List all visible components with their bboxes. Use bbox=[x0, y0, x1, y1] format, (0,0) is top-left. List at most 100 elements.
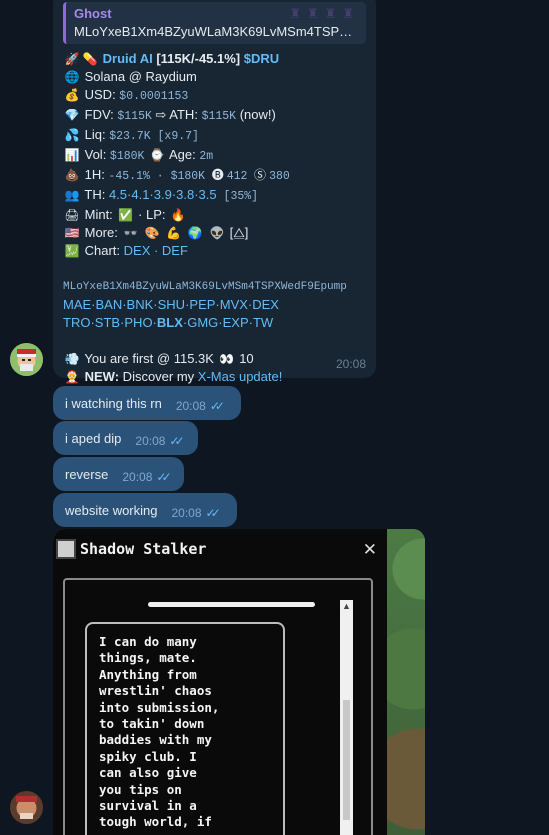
age-label: Age: bbox=[166, 147, 200, 162]
ath-label: ⇨ ATH: bbox=[151, 107, 202, 122]
game-dialog-window: Shadow Stalker ✕ ▲ I can do many things,… bbox=[53, 529, 387, 835]
money-bag-icon: 💰 bbox=[64, 88, 80, 102]
user-avatar[interactable] bbox=[10, 791, 43, 824]
h1-buys: 412 bbox=[226, 170, 248, 183]
chart-line: 💹 Chart: DEX · DEF bbox=[63, 242, 366, 260]
game-title-text: Shadow Stalker bbox=[80, 540, 207, 558]
user-avatar-icon bbox=[10, 791, 43, 824]
lp-label: · LP: bbox=[134, 207, 170, 222]
alien-icon[interactable]: 👽 bbox=[208, 224, 226, 242]
pill-icon: 💊 bbox=[82, 52, 98, 66]
token-stats: [115K/-45.1%] bbox=[152, 51, 244, 66]
usd-line: 💰 USD: $0.0001153 bbox=[63, 86, 366, 106]
earth-icon[interactable]: 🌍 bbox=[186, 224, 204, 242]
rocket-icon: 🚀 bbox=[64, 52, 80, 66]
chain-line: 🌐 Solana @ Raydium bbox=[63, 68, 366, 86]
ath-suffix: (now!) bbox=[236, 107, 276, 122]
close-icon[interactable]: ✕ bbox=[363, 540, 377, 560]
flexed-biceps-icon[interactable]: 💪 bbox=[165, 224, 183, 242]
santa-avatar-icon bbox=[10, 343, 43, 376]
reply-quote[interactable]: Ghost MLoYxeB1Xm4BZyuWLaM3K69LvMSm4TSPX.… bbox=[63, 2, 366, 44]
token-title: 🚀 💊 Druid AI [115K/-45.1%] $DRU bbox=[63, 50, 366, 68]
message-meta: 20:08 ✓✓ bbox=[135, 434, 184, 448]
droplets-icon: 💦 bbox=[64, 128, 80, 142]
message-meta: 20:08 ✓✓ bbox=[122, 470, 171, 484]
message-text: i aped dip bbox=[65, 430, 122, 446]
h1-line: 💩 1H: -45.1% · $180K 🅑 412 Ⓢ 380 bbox=[63, 166, 366, 186]
message-meta: 20:08 ✓✓ bbox=[176, 399, 225, 413]
more-line: 🇺🇸 More: 👓 🎨 💪 🌍 👽 [⧋] bbox=[63, 224, 366, 242]
fdv-line: 💎 FDV: $115K ⇨ ATH: $115K (now!) bbox=[63, 106, 366, 126]
poop-icon: 💩 bbox=[64, 168, 80, 182]
age-value: 2m bbox=[199, 150, 214, 163]
new-text: Discover my bbox=[119, 369, 198, 384]
token-name-link[interactable]: Druid AI bbox=[103, 51, 153, 66]
th-line: 👥 TH: 4.5·4.1·3.9·3.8·3.5 [35%] bbox=[63, 186, 366, 206]
palette-icon[interactable]: 🎨 bbox=[143, 224, 161, 242]
speech-box: I can do many things, mate. Anything fro… bbox=[85, 622, 285, 835]
outgoing-message[interactable]: i aped dip 20:08 ✓✓ bbox=[53, 421, 198, 455]
exchange-links-2[interactable]: TRO·STB·PHO·BLX·GMG·EXP·TW bbox=[63, 314, 366, 332]
diamond-icon: 💎 bbox=[64, 108, 80, 122]
santa-icon: 🤶 bbox=[64, 370, 80, 384]
ghost-pattern-icon: ♜♜♜♜ bbox=[289, 6, 360, 21]
scroll-up-icon[interactable]: ▲ bbox=[340, 600, 353, 613]
new-line: 🤶 NEW: Discover my X-Mas update! bbox=[63, 368, 366, 386]
s-circle-icon: Ⓢ bbox=[254, 168, 267, 182]
dialog-panel: ▲ I can do many things, mate. Anything f… bbox=[63, 578, 373, 835]
b-circle-icon: 🅑 bbox=[211, 168, 224, 182]
outgoing-message[interactable]: website working 20:08 ✓✓ bbox=[53, 493, 237, 527]
liq-line: 💦 Liq: $23.7K [x9.7] bbox=[63, 126, 366, 146]
message-time: 20:08 bbox=[171, 506, 202, 520]
mint-label: Mint: bbox=[84, 207, 117, 222]
first-line: 💨 You are first @ 115.3K 👀 10 bbox=[63, 350, 366, 368]
exchange-links-1[interactable]: MAE·BAN·BNK·SHU·PEP·MVX·DEX bbox=[63, 296, 366, 314]
game-title: Shadow Stalker bbox=[56, 539, 206, 559]
message-time: 20:08 bbox=[335, 357, 366, 371]
flag-icon: 🇺🇸 bbox=[64, 226, 80, 240]
vol-value: $180K bbox=[109, 150, 145, 163]
usd-label: USD: bbox=[84, 87, 120, 102]
double-check-icon: ✓✓ bbox=[209, 399, 225, 413]
scroll-thumb[interactable] bbox=[343, 700, 350, 820]
exchange-links-2a[interactable]: TRO·STB·PHO· bbox=[63, 315, 157, 330]
fire-icon: 🔥 bbox=[170, 208, 186, 222]
scrollbar[interactable]: ▲ bbox=[340, 600, 353, 835]
first-text: You are first @ 115.3K bbox=[84, 351, 214, 366]
message-text: i watching this rn bbox=[65, 395, 162, 411]
h1-sells: 380 bbox=[269, 170, 290, 183]
fdv-label: FDV: bbox=[84, 107, 118, 122]
exchange-link-bold[interactable]: BLX bbox=[157, 315, 183, 330]
usd-value: $0.0001153 bbox=[119, 90, 189, 103]
message-meta: 20:08 ✓✓ bbox=[171, 506, 221, 520]
liq-label: Liq: bbox=[84, 127, 110, 142]
outgoing-message[interactable]: i watching this rn 20:08 ✓✓ bbox=[53, 386, 241, 420]
double-check-icon: ✓✓ bbox=[156, 470, 171, 484]
clock-icon: ⌚ bbox=[149, 148, 165, 162]
scroll-handle[interactable] bbox=[148, 602, 315, 607]
new-label: NEW: bbox=[84, 369, 120, 384]
outgoing-message[interactable]: reverse 20:08 ✓✓ bbox=[53, 457, 184, 491]
message-text: website working bbox=[65, 502, 158, 518]
chart-links[interactable]: DEX · DEF bbox=[124, 243, 188, 258]
double-check-icon: ✓✓ bbox=[205, 506, 221, 520]
vol-label: Vol: bbox=[84, 147, 110, 162]
th-value-link[interactable]: 4.5·4.1·3.9·3.8·3.5 bbox=[109, 187, 217, 202]
bot-avatar[interactable] bbox=[10, 343, 43, 376]
game-screenshot[interactable]: Shadow Stalker ✕ ▲ I can do many things,… bbox=[53, 529, 425, 835]
double-check-icon: ✓✓ bbox=[169, 434, 184, 448]
xmas-update-link[interactable]: X-Mas update! bbox=[198, 369, 283, 384]
exchange-links-2b[interactable]: ·GMG·EXP·TW bbox=[183, 315, 273, 330]
message-time: 20:08 bbox=[135, 434, 166, 448]
contract-address[interactable]: MLoYxeB1Xm4BZyuWLaM3K69LvMSm4TSPXWedF9Ep… bbox=[63, 278, 366, 296]
token-ticker-link[interactable]: $DRU bbox=[244, 51, 279, 66]
chart-up-icon: 💹 bbox=[64, 244, 80, 258]
dash-icon: 💨 bbox=[64, 352, 80, 366]
chain-text: Solana @ Raydium bbox=[84, 69, 197, 84]
people-icon: 👥 bbox=[64, 188, 80, 202]
glasses-icon[interactable]: 👓 bbox=[121, 224, 139, 242]
chart-label: Chart: bbox=[84, 243, 124, 258]
eyes-icon: 👀 bbox=[219, 352, 235, 366]
